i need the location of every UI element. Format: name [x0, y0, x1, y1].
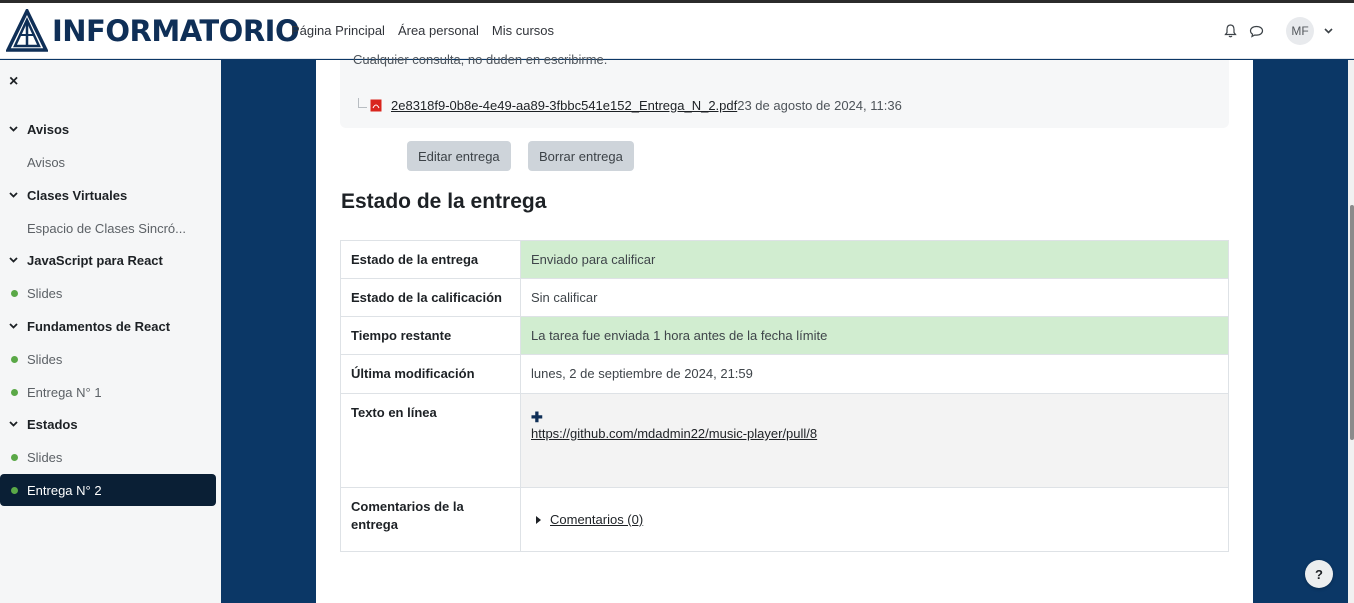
status-value: Enviado para calificar [520, 240, 1229, 279]
sidebar-item-slides[interactable]: Slides [0, 346, 221, 372]
expand-plus-icon[interactable]: ✚ [531, 409, 1218, 426]
table-row: Comentarios de la entrega Comentarios (0… [340, 487, 1229, 552]
section-label: JavaScript para React [27, 252, 163, 268]
sidebar-item-entrega-1[interactable]: Entrega N° 1 [0, 379, 221, 405]
section-fundamentos-react[interactable]: Fundamentos de React [0, 313, 221, 339]
row-label: Tiempo restante [340, 316, 521, 355]
top-navbar: INFORMATORIO Página Principal Área perso… [0, 3, 1354, 59]
table-row: Estado de la entrega Enviado para califi… [340, 240, 1229, 279]
chevron-down-icon[interactable] [0, 421, 27, 427]
online-text-cell: ✚ https://github.com/mdadmin22/music-pla… [520, 393, 1229, 488]
completion-dot-icon [11, 453, 18, 461]
bell-icon[interactable] [1222, 23, 1238, 39]
page-title: Estado de la entrega [341, 190, 547, 213]
grading-value: Sin calificar [520, 278, 1229, 317]
chevron-down-icon[interactable] [0, 257, 27, 263]
row-label: Texto en línea [340, 393, 521, 488]
course-index-drawer: × Avisos Avisos Clases Virtuales Espacio… [0, 60, 221, 603]
completion-dot-icon [11, 388, 18, 396]
comments-cell: Comentarios (0) [520, 487, 1229, 552]
scrollbar-thumb[interactable] [1350, 205, 1354, 440]
sidebar-item-clases-sincronicas[interactable]: Espacio de Clases Sincró... [0, 215, 221, 241]
comments-toggle[interactable]: Comentarios (0) [531, 512, 1218, 527]
sidebar-item-avisos[interactable]: Avisos [0, 149, 221, 175]
section-estados[interactable]: Estados [0, 411, 221, 437]
completion-dot-icon [11, 355, 18, 363]
sidebar-item-entrega-2[interactable]: Entrega N° 2 [0, 474, 216, 506]
submitted-file-row: 2e8318f9-0b8e-4e49-aa89-3fbbc541e152_Ent… [358, 97, 902, 113]
sidebar-item-label: Slides [27, 449, 63, 465]
submission-status-table: Estado de la entrega Enviado para califi… [340, 240, 1229, 552]
time-remaining-value: La tarea fue enviada 1 hora antes de la … [520, 316, 1229, 355]
user-actions: MF [1222, 17, 1334, 45]
section-label: Clases Virtuales [27, 187, 128, 203]
table-row: Tiempo restante La tarea fue enviada 1 h… [340, 316, 1229, 355]
chevron-down-icon[interactable] [0, 192, 27, 198]
submission-summary: Cualquier consulta, no duden en escribir… [340, 52, 1229, 128]
chevron-down-icon[interactable] [0, 323, 27, 329]
comments-link[interactable]: Comentarios (0) [550, 512, 643, 527]
last-modified-value: lunes, 2 de septiembre de 2024, 21:59 [520, 354, 1229, 394]
chevron-down-icon[interactable] [1324, 26, 1334, 36]
brand-name: INFORMATORIO [52, 14, 300, 48]
table-row: Última modificación lunes, 2 de septiemb… [340, 354, 1229, 394]
section-label: Estados [27, 416, 78, 432]
primary-navigation: Página Principal Área personal Mis curso… [291, 23, 554, 38]
edit-submission-button[interactable]: Editar entrega [407, 141, 511, 171]
submitted-file-link[interactable]: 2e8318f9-0b8e-4e49-aa89-3fbbc541e152_Ent… [391, 98, 737, 113]
caret-right-icon [536, 515, 541, 524]
help-button[interactable]: ? [1305, 560, 1333, 588]
feedback-text: Cualquier consulta, no duden en escribir… [353, 52, 608, 67]
chat-bubble-icon[interactable] [1248, 23, 1264, 39]
row-label: Última modificación [340, 354, 521, 394]
pdf-file-icon [370, 99, 382, 112]
section-javascript-react[interactable]: JavaScript para React [0, 247, 221, 273]
table-row: Estado de la calificación Sin calificar [340, 278, 1229, 317]
sidebar-item-label: Avisos [27, 154, 66, 170]
section-label: Avisos [27, 121, 70, 137]
chevron-down-icon[interactable] [0, 126, 27, 132]
nav-link-dashboard[interactable]: Área personal [398, 23, 479, 38]
sidebar-item-label: Entrega N° 1 [27, 384, 102, 400]
brand-logo[interactable]: INFORMATORIO [6, 9, 300, 53]
close-icon[interactable]: × [9, 73, 18, 91]
delete-submission-button[interactable]: Borrar entrega [528, 141, 634, 171]
row-label: Comentarios de la entrega [340, 487, 521, 552]
online-text-link[interactable]: https://github.com/mdadmin22/music-playe… [531, 426, 817, 441]
completion-dot-icon [11, 289, 18, 297]
section-clases-virtuales[interactable]: Clases Virtuales [0, 182, 221, 208]
sidebar-item-label: Entrega N° 2 [27, 482, 102, 498]
sidebar-item-label: Slides [27, 351, 63, 367]
sidebar-item-slides[interactable]: Slides [0, 280, 221, 306]
sidebar-item-label: Espacio de Clases Sincró... [27, 220, 186, 236]
logo-icon [6, 9, 48, 52]
section-label: Fundamentos de React [27, 318, 171, 334]
main-content: Cualquier consulta, no duden en escribir… [316, 52, 1253, 603]
completion-dot-icon [11, 486, 18, 494]
nav-link-home[interactable]: Página Principal [291, 23, 385, 38]
file-timestamp: 23 de agosto de 2024, 11:36 [737, 98, 902, 113]
sidebar-item-label: Slides [27, 285, 63, 301]
user-avatar[interactable]: MF [1286, 17, 1314, 45]
tree-line [358, 97, 367, 108]
section-avisos[interactable]: Avisos [0, 116, 221, 142]
table-row: Texto en línea ✚ https://github.com/mdad… [340, 393, 1229, 488]
row-label: Estado de la entrega [340, 240, 521, 279]
sidebar-item-slides[interactable]: Slides [0, 444, 221, 470]
row-label: Estado de la calificación [340, 278, 521, 317]
nav-link-my-courses[interactable]: Mis cursos [492, 23, 554, 38]
